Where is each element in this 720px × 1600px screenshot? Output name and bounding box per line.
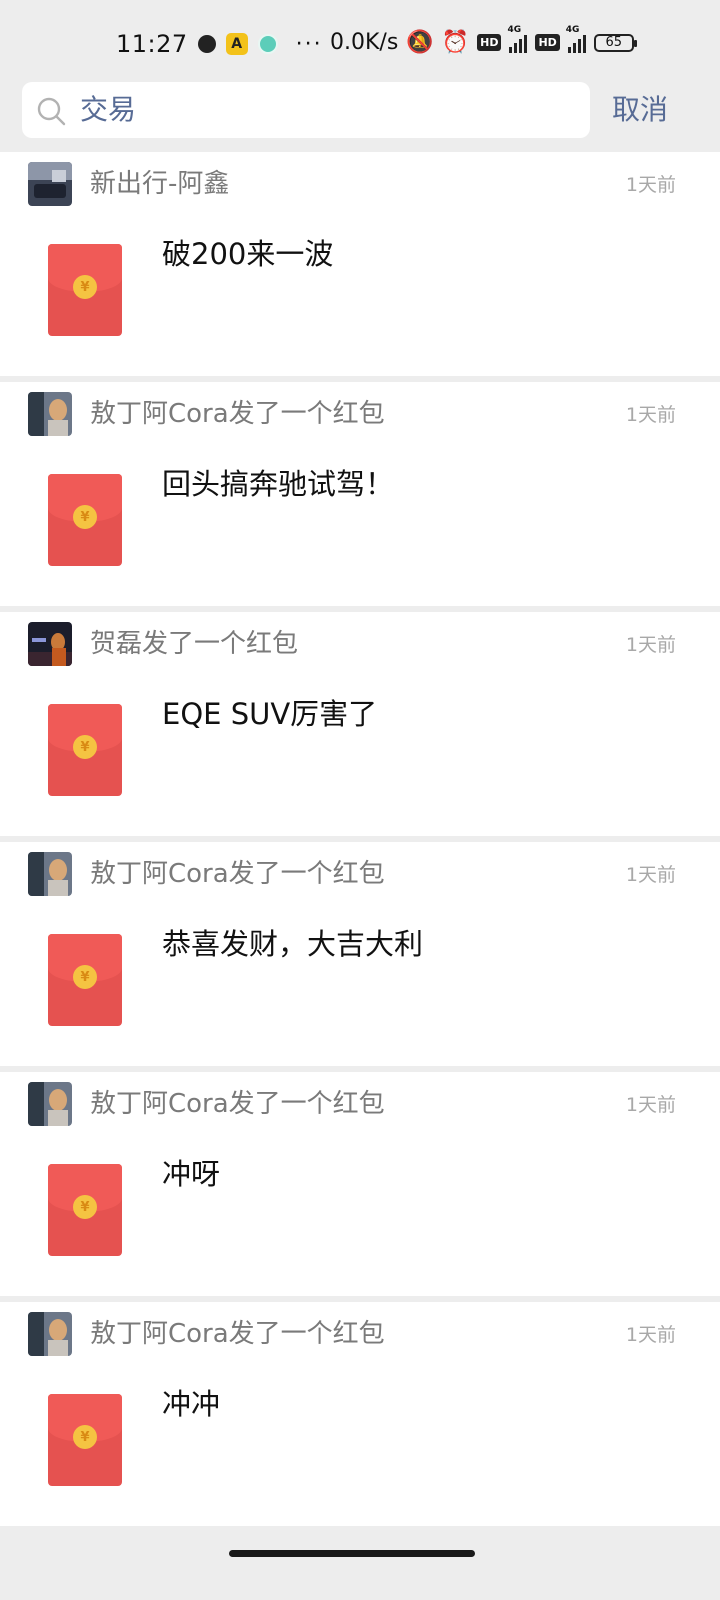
red-envelope-icon[interactable]: ¥: [48, 934, 122, 1026]
network-type-label: 4G: [565, 24, 580, 35]
battery-icon: 65: [593, 33, 637, 52]
avatar[interactable]: [28, 852, 72, 896]
search-box[interactable]: [22, 82, 590, 138]
battery-level: 65: [605, 35, 623, 50]
home-indicator[interactable]: [229, 1550, 475, 1557]
signal-icon: 4G: [507, 25, 528, 53]
card-message: 破200来一波: [162, 237, 334, 271]
search-input[interactable]: [80, 82, 570, 138]
app-round-icon: [257, 34, 278, 54]
card-time: 1天前: [625, 404, 676, 426]
alarm-icon: ⏰: [441, 29, 470, 55]
red-envelope-icon[interactable]: ¥: [48, 474, 122, 566]
search-row: 取消: [0, 80, 720, 152]
more-notifications-icon: ···: [295, 31, 323, 57]
app-notification-icon: A: [225, 33, 248, 55]
hd-badge: HD: [477, 34, 502, 51]
card-message: 冲冲: [162, 1387, 221, 1421]
mute-bell-icon: 🔕: [406, 29, 434, 55]
result-card[interactable]: 敖丁阿Cora发了一个红包 1天前 ¥ 冲呀: [0, 1072, 720, 1296]
screen: 11:27 A ··· 0.0K/s 🔕 ⏰ HD 4G HD 4G 65 交易…: [0, 0, 720, 1600]
card-time: 1天前: [625, 174, 676, 196]
card-time: 1天前: [625, 634, 676, 656]
card-message: 恭喜发财，大吉大利: [162, 927, 424, 961]
coin-icon: ¥: [73, 275, 97, 299]
cancel-button[interactable]: 取消: [612, 82, 668, 138]
red-envelope-icon[interactable]: ¥: [48, 1394, 122, 1486]
red-envelope-icon[interactable]: ¥: [48, 1164, 122, 1256]
signal-icon: 4G: [566, 25, 586, 53]
coin-icon: ¥: [73, 735, 97, 759]
card-title: 敖丁阿Cora发了一个红包: [90, 399, 385, 429]
avatar[interactable]: [28, 1312, 72, 1356]
result-card[interactable]: 贺磊发了一个红包 1天前 ¥ EQE SUV厉害了: [0, 612, 720, 836]
status-time: 11:27: [116, 30, 188, 58]
card-time: 1天前: [625, 1094, 676, 1116]
status-left: 11:27 A ···: [116, 30, 323, 58]
result-card[interactable]: 敖丁阿Cora发了一个红包 1天前 ¥ 回头搞奔驰试驾！: [0, 382, 720, 606]
card-time: 1天前: [625, 1324, 676, 1346]
result-card[interactable]: 敖丁阿Cora发了一个红包 1天前 ¥ 恭喜发财，大吉大利: [0, 842, 720, 1066]
card-title: 敖丁阿Cora发了一个红包: [90, 859, 385, 889]
card-title: 敖丁阿Cora发了一个红包: [90, 1089, 385, 1119]
gesture-bar: [0, 1540, 720, 1600]
coin-icon: ¥: [73, 1195, 97, 1219]
card-title: 贺磊发了一个红包: [90, 629, 299, 659]
coin-icon: ¥: [73, 1425, 97, 1449]
status-right: 0.0K/s 🔕 ⏰ HD 4G HD 4G 65: [330, 25, 637, 55]
result-card[interactable]: 新出行-阿鑫 1天前 ¥ 破200来一波: [0, 152, 720, 376]
avatar[interactable]: [28, 392, 72, 436]
hd-badge: HD: [535, 34, 560, 51]
avatar[interactable]: [28, 1082, 72, 1126]
card-message: 冲呀: [162, 1157, 221, 1191]
card-time: 1天前: [625, 864, 676, 886]
card-title: 新出行-阿鑫: [90, 169, 230, 199]
avatar[interactable]: [28, 622, 72, 666]
card-title: 敖丁阿Cora发了一个红包: [90, 1319, 385, 1349]
network-speed: 0.0K/s: [330, 30, 399, 55]
red-envelope-icon[interactable]: ¥: [48, 244, 122, 336]
coin-icon: ¥: [73, 505, 97, 529]
network-type-label: 4G: [507, 24, 522, 35]
search-icon: [37, 97, 66, 126]
result-card[interactable]: 敖丁阿Cora发了一个红包 1天前 ¥ 冲冲: [0, 1302, 720, 1526]
card-message: EQE SUV厉害了: [162, 697, 378, 731]
red-envelope-icon[interactable]: ¥: [48, 704, 122, 796]
coin-icon: ¥: [73, 965, 97, 989]
card-message: 回头搞奔驰试驾！: [162, 467, 395, 501]
notification-dot-icon: [197, 35, 216, 53]
search-results-list: 新出行-阿鑫 1天前 ¥ 破200来一波 敖丁阿Cora发了一个红包 1天前 ¥…: [0, 152, 720, 1532]
avatar[interactable]: [28, 162, 72, 206]
status-bar: 11:27 A ··· 0.0K/s 🔕 ⏰ HD 4G HD 4G 65: [0, 0, 720, 80]
